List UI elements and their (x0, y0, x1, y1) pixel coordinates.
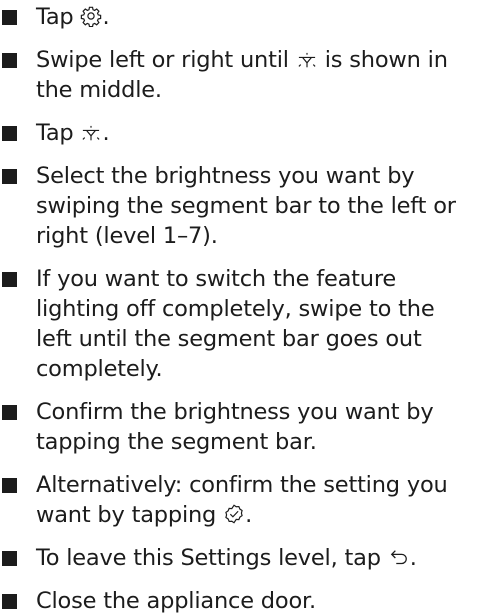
square-bullet-icon (2, 272, 17, 287)
list-item: To leave this Settings level, tap . (0, 543, 481, 573)
square-bullet-icon (2, 594, 17, 609)
list-item: Tap . (0, 118, 481, 148)
step-text: Close the appliance door. (36, 588, 316, 614)
square-bullet-icon (2, 478, 17, 493)
list-item: Swipe left or right until is shown in th… (0, 45, 481, 105)
step-text: Select the brightness you want by swipin… (36, 163, 456, 249)
list-item: Select the brightness you want by swipin… (0, 161, 481, 251)
instruction-list: Tap . Swipe left or right until is shown… (0, 0, 481, 614)
step-text: If you want to switch the feature lighti… (36, 266, 435, 382)
lighting-icon (296, 52, 318, 70)
confirm-check-icon (223, 503, 245, 525)
square-bullet-icon (2, 405, 17, 420)
step-text: To leave this Settings level, tap . (36, 545, 417, 571)
list-item: Close the appliance door. (0, 586, 481, 616)
square-bullet-icon (2, 551, 17, 566)
gear-icon (80, 5, 102, 27)
square-bullet-icon (2, 53, 17, 68)
step-text: Tap . (36, 4, 110, 30)
square-bullet-icon (2, 126, 17, 141)
list-item: Tap . (0, 2, 481, 32)
list-item: Confirm the brightness you want by tappi… (0, 397, 481, 457)
back-arrow-icon (388, 548, 410, 568)
list-item: If you want to switch the feature lighti… (0, 264, 481, 384)
lighting-icon (80, 125, 102, 143)
step-text: Tap . (36, 120, 110, 146)
step-text: Swipe left or right until is shown in th… (36, 47, 448, 103)
step-text: Alternatively: confirm the setting you w… (36, 472, 448, 528)
square-bullet-icon (2, 10, 17, 25)
step-text: Confirm the brightness you want by tappi… (36, 399, 434, 455)
list-item: Alternatively: confirm the setting you w… (0, 470, 481, 530)
square-bullet-icon (2, 169, 17, 184)
